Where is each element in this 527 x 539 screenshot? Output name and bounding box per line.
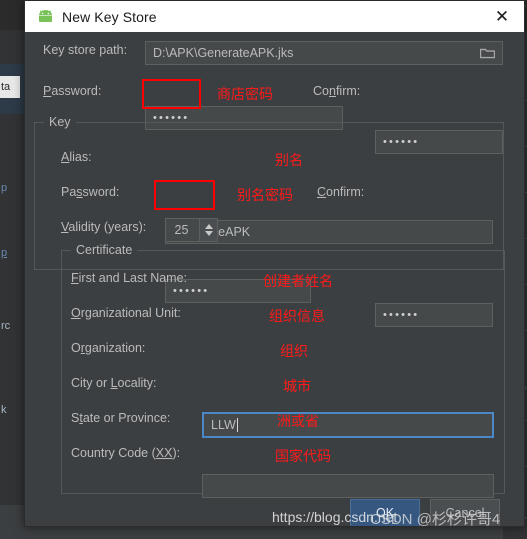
keystore-path-label: Key store path: (43, 43, 128, 57)
certificate-group-title: Certificate (71, 243, 138, 257)
key-group-title: Key (44, 115, 76, 129)
key-confirm-row: Confirm: (317, 185, 364, 199)
background-left-toolbar (0, 0, 24, 30)
keystore-path-value: D:\APK\GenerateAPK.jks (153, 46, 294, 60)
cert-first-last-name-input[interactable]: LLW (202, 412, 494, 438)
cert-country-row: Country Code (XX): (71, 446, 180, 460)
validity-stepper[interactable]: 25 (165, 218, 218, 242)
key-confirm-label: Confirm: (317, 185, 365, 199)
stepper-arrows[interactable] (199, 219, 217, 241)
keystore-confirm-label: Confirm: (313, 84, 361, 98)
keystore-path-row: Key store path: (43, 43, 127, 57)
cert-state-annotation: 洲或省 (277, 414, 319, 430)
keystore-confirm-row: Confirm: (313, 84, 360, 98)
keystore-password-row: PPassword:assword: (43, 84, 101, 98)
dialog-body: Key store path: D:\APK\GenerateAPK.jks P… (25, 32, 524, 526)
cert-org-unit-annotation: 组织信息 (269, 309, 325, 325)
folder-icon[interactable] (479, 47, 496, 59)
cert-first-last-name-label: First and Last Name: (71, 271, 188, 285)
key-alias-row: Alias: (61, 150, 92, 164)
android-icon (37, 10, 54, 24)
chevron-down-icon[interactable] (204, 231, 213, 236)
cert-city-annotation: 城市 (283, 379, 311, 395)
background-fragment-2: p (1, 182, 8, 194)
key-alias-annotation: 别名 (275, 153, 303, 169)
chevron-up-icon[interactable] (204, 224, 213, 229)
background-fragment-4: rc (1, 320, 11, 332)
key-validity-row: Validity (years): (61, 220, 146, 234)
cert-first-last-name-annotation: 创建者姓名 (263, 274, 333, 290)
cert-org-unit-input[interactable] (202, 474, 494, 498)
background-left-footer (0, 505, 24, 539)
background-fragment-3: p (1, 247, 8, 259)
cert-first-last-name-row: First and Last Name: (71, 271, 187, 285)
cert-org-unit-label: Organizational Unit: (71, 306, 181, 320)
cert-org-unit-row: Organizational Unit: (71, 306, 181, 320)
cert-state-label: State or Province: (71, 411, 171, 425)
key-password-annotation: 别名密码 (237, 188, 293, 204)
dialog-title: New Key Store (62, 8, 157, 25)
cert-country-annotation: 国家代码 (275, 449, 331, 465)
text-caret (236, 418, 238, 432)
key-password-label: Password: (61, 185, 120, 199)
ok-button[interactable]: OK (350, 499, 420, 526)
new-key-store-dialog: New Key Store ✕ Key store path: D:\APK\G… (24, 0, 525, 527)
keystore-password-highlight (142, 79, 201, 109)
cert-organization-row: Organization: (71, 341, 145, 355)
cert-country-label: Country Code (XX): (71, 446, 181, 460)
cert-first-last-name-value: LLW (211, 418, 236, 432)
cancel-button[interactable]: Cancel (430, 499, 500, 526)
key-alias-label: Alias: (61, 150, 92, 164)
close-icon[interactable]: ✕ (480, 1, 524, 32)
validity-value: 25 (174, 223, 189, 237)
cert-city-label: City or Locality: (71, 376, 157, 390)
keystore-password-annotation: 商店密码 (217, 87, 273, 103)
key-validity-label: Validity (years): (61, 220, 147, 234)
cert-organization-label: Organization: (71, 341, 146, 355)
key-password-row: Password: (61, 185, 119, 199)
cert-city-row: City or Locality: (71, 376, 156, 390)
keystore-path-input[interactable]: D:\APK\GenerateAPK.jks (145, 41, 503, 65)
background-fragment-5: k (1, 404, 7, 416)
cert-state-row: State or Province: (71, 411, 170, 425)
keystore-password-label: PPassword:assword: (43, 84, 102, 98)
background-fragment-1: ta (1, 81, 11, 93)
cert-organization-annotation: 组织 (280, 344, 308, 360)
dialog-titlebar: New Key Store ✕ (25, 1, 524, 32)
